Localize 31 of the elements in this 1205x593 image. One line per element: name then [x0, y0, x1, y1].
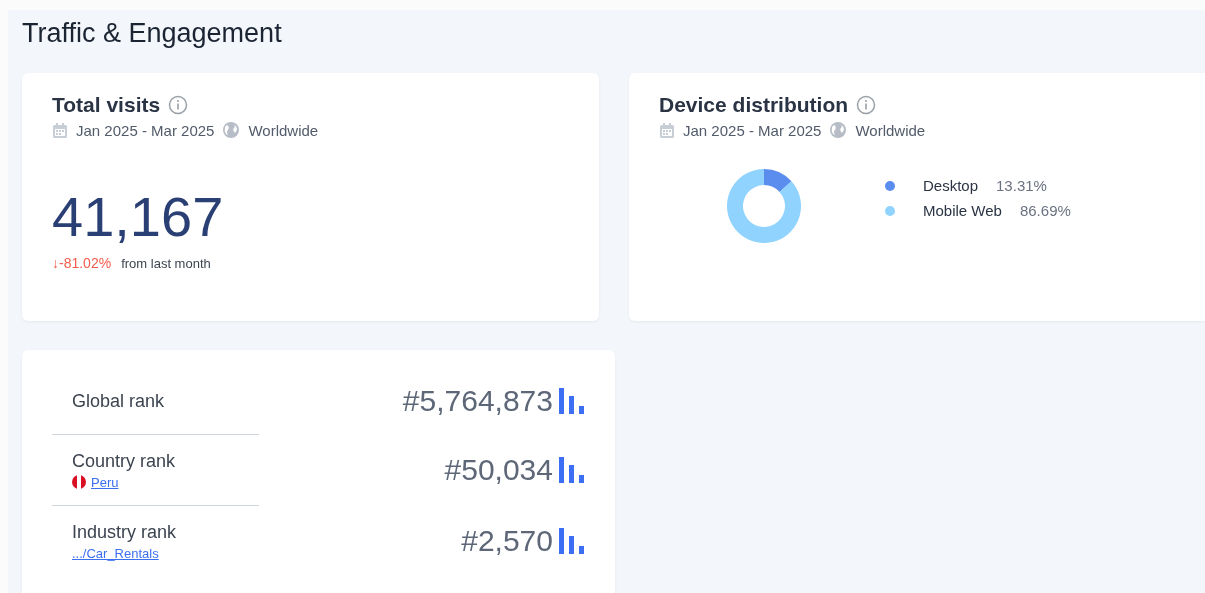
- region-label: Worldwide: [855, 121, 926, 139]
- info-icon[interactable]: [856, 95, 877, 115]
- visits-value: 41,167: [52, 187, 225, 247]
- bar-chart-icon[interactable]: [559, 388, 585, 414]
- legend-value: 86.69%: [1019, 202, 1071, 219]
- region-label: Worldwide: [248, 121, 319, 139]
- globe-icon: [222, 121, 241, 139]
- change-value: ↓-81.02%: [52, 255, 112, 271]
- change-note: from last month: [121, 256, 211, 271]
- globe-icon: [829, 121, 848, 139]
- rank-value: #50,034: [444, 453, 553, 487]
- legend-label: Mobile Web: [923, 202, 1002, 219]
- rank-label: Global rank: [72, 390, 166, 412]
- rank-link[interactable]: Peru: [91, 474, 119, 490]
- section-title: Traffic & Engagement: [22, 17, 283, 50]
- date-range: Jan 2025 - Mar 2025: [76, 121, 215, 139]
- legend-value: 13.31%: [996, 177, 1047, 194]
- bar-chart-icon[interactable]: [559, 528, 585, 554]
- rank-label: Country rank: [72, 450, 177, 472]
- rank-value: #5,764,873: [402, 384, 553, 418]
- info-icon[interactable]: [168, 95, 189, 115]
- rank-label: Industry rank: [72, 521, 178, 543]
- legend-label: Desktop: [923, 177, 979, 194]
- date-range: Jan 2025 - Mar 2025: [683, 121, 822, 139]
- card-title: Device distribution: [659, 93, 849, 117]
- bar-chart-icon[interactable]: [559, 457, 585, 483]
- rank-value: #2,570: [461, 524, 553, 558]
- calendar-icon: [52, 121, 68, 139]
- calendar-icon: [659, 121, 675, 139]
- rank-link[interactable]: .../Car_Rentals: [72, 545, 159, 561]
- card-title: Total visits: [52, 93, 161, 117]
